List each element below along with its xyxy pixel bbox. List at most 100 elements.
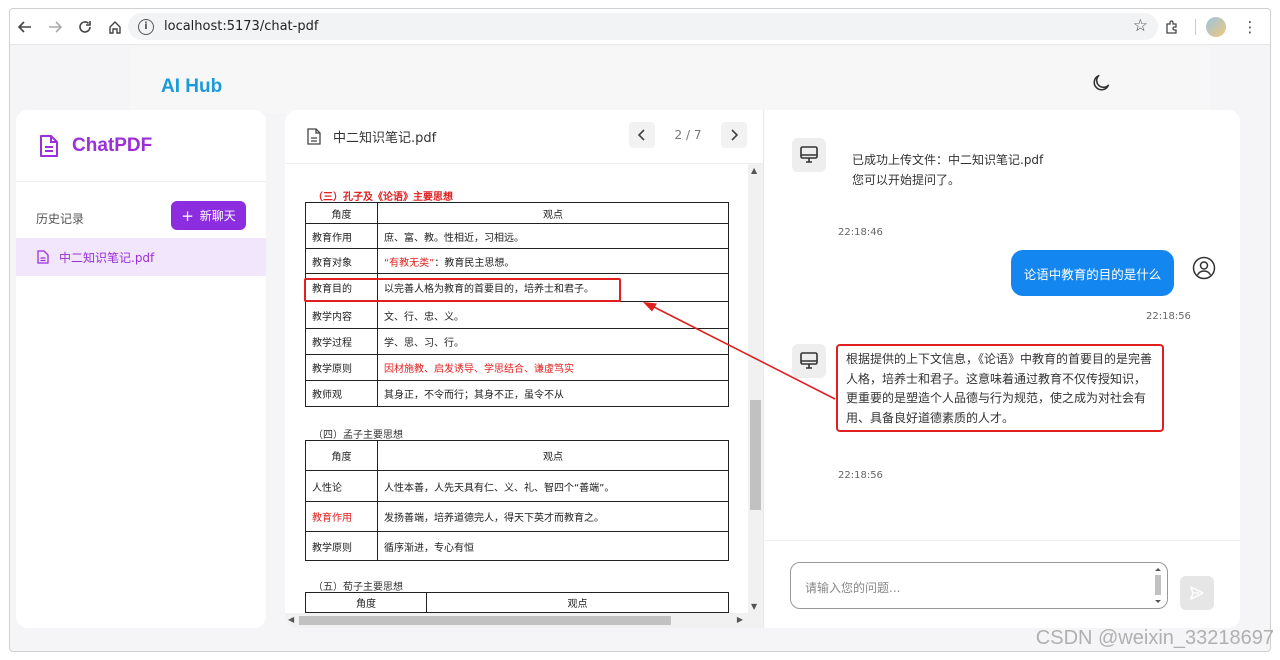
column-header: 观点 [377, 440, 729, 471]
chevron-right-icon [731, 129, 738, 141]
row-value-highlight: “有教无类” [384, 257, 435, 269]
question-input[interactable]: 请输入您的问题... [790, 562, 1168, 609]
doc-table: 角度 观点 人性论 人性本善，人先天具有仁、义、礼、智四个“善端”。 教育作用 … [305, 440, 729, 561]
input-placeholder: 请输入您的问题... [805, 581, 901, 595]
sidebar: ChatPDF 历史记录 + 新聊天 中二知识笔记.pdf [16, 110, 266, 628]
column-header: 角度 [305, 592, 427, 613]
plus-icon: + [181, 206, 194, 225]
message-time: 22:18:56 [838, 470, 883, 481]
row-key: 教育作用 [305, 501, 378, 532]
section-title: （三）孔子及《论语》主要思想 [313, 192, 453, 203]
next-page-button[interactable] [721, 122, 747, 148]
pdf-page: （三）孔子及《论语》主要思想 角度 观点 教育作用 庶、富、教。性相近，习相远。… [285, 164, 748, 613]
row-key: 教育作用 [305, 223, 378, 249]
new-chat-label: 新聊天 [199, 209, 236, 223]
chat-panel: 已成功上传文件：中二知识笔记.pdf 您可以开始提问了。 22:18:46 论语… [763, 110, 1241, 628]
browser-toolbar: i localhost:5173/chat-pdf ☆ ⋮ [10, 9, 1270, 45]
row-key: 人性论 [305, 470, 378, 502]
column-header: 角度 [305, 202, 378, 224]
pdf-file-icon [307, 128, 321, 145]
pdf-filename: 中二知识笔记.pdf [333, 131, 437, 146]
history-item-label: 中二知识笔记.pdf [59, 250, 155, 265]
extensions-icon[interactable] [1157, 13, 1185, 41]
bot-avatar [792, 138, 826, 172]
message-time: 22:18:56 [1146, 311, 1191, 322]
history-label: 历史记录 [36, 212, 85, 226]
history-item[interactable]: 中二知识笔记.pdf [16, 238, 266, 276]
scroll-down-icon[interactable]: ▼ [751, 602, 757, 611]
input-scrollbar[interactable] [1153, 566, 1163, 605]
site-info-icon[interactable]: i [138, 18, 154, 35]
row-key: 教育对象 [305, 248, 378, 274]
row-value: 其身正，不令而行；其身不正，虽令不从 [377, 380, 729, 407]
row-key: 教学过程 [305, 328, 378, 355]
highlight-box [304, 278, 621, 302]
monitor-icon [800, 352, 818, 369]
vertical-scrollbar[interactable]: ▲ ▼ [748, 164, 763, 613]
table-row: 教育作用 庶、富、教。性相近，习相远。 [305, 223, 729, 249]
bot-message: 已成功上传文件：中二知识笔记.pdf 您可以开始提问了。 [852, 150, 1043, 190]
user-avatar-icon [1192, 256, 1216, 280]
row-key: 教学内容 [305, 301, 378, 329]
column-header: 观点 [377, 202, 729, 224]
message-time: 22:18:46 [838, 227, 883, 238]
table-row: 教育作用 发扬善端，培养道德完人，得天下英才而教育之。 [305, 501, 729, 532]
send-icon [1190, 586, 1204, 600]
horizontal-scrollbar[interactable]: ◀ ▶ [285, 613, 763, 628]
send-button[interactable] [1180, 576, 1214, 610]
table-row: 教育对象 “有教无类”：教育民主思想。 [305, 248, 729, 274]
row-key: 教师观 [305, 380, 378, 407]
message-line: 已成功上传文件：中二知识笔记.pdf [852, 153, 1044, 167]
browser-actions: ⋮ [1157, 13, 1264, 41]
chevron-left-icon [638, 129, 645, 141]
toolbar-separator [1195, 19, 1196, 35]
row-key: 教学原则 [305, 354, 378, 381]
back-icon[interactable] [10, 12, 40, 42]
bookmark-star-icon[interactable]: ☆ [1133, 16, 1148, 36]
column-header: 观点 [426, 592, 729, 613]
url-text: localhost:5173/chat-pdf [164, 19, 319, 34]
sidebar-title: ChatPDF [72, 134, 153, 156]
address-bar[interactable]: i localhost:5173/chat-pdf ☆ [128, 13, 1158, 40]
row-value: 文、行、忠、义。 [377, 301, 729, 329]
scrollbar-thumb[interactable] [750, 400, 761, 510]
dark-mode-moon-icon[interactable] [1090, 72, 1112, 94]
page-navigator: 2 / 7 [629, 122, 747, 148]
scroll-up-icon[interactable]: ▲ [751, 166, 757, 175]
watermark-text: CSDN @weixin_33218697 [1035, 627, 1274, 649]
pdf-header: 中二知识笔记.pdf 2 / 7 [285, 110, 763, 164]
section-title: （四）孟子主要思想 [313, 430, 403, 441]
table-header-row: 角度 观点 [305, 592, 729, 613]
menu-kebab-icon[interactable]: ⋮ [1236, 13, 1264, 41]
file-icon [37, 250, 49, 264]
history-row: 历史记录 + 新聊天 [16, 182, 266, 238]
scrollbar-thumb[interactable] [299, 616, 671, 625]
row-value: 循序渐进，专心有恒 [377, 531, 729, 561]
brand-logo[interactable]: AI Hub [161, 76, 222, 98]
bot-answer-message: 根据提供的上下文信息，《论语》中教育的首要目的是完善人格，培养士和君子。这意味着… [836, 344, 1164, 432]
profile-avatar[interactable] [1206, 17, 1226, 37]
table-row: 教学原则 循序渐进，专心有恒 [305, 531, 729, 561]
table-header-row: 角度 观点 [305, 202, 729, 224]
scroll-left-icon[interactable]: ◀ [288, 615, 294, 624]
table-row: 教师观 其身正，不令而行；其身不正，虽令不从 [305, 380, 729, 407]
scroll-right-icon[interactable]: ▶ [737, 615, 743, 624]
document-icon [40, 134, 58, 157]
prev-page-button[interactable] [629, 122, 655, 148]
row-value: 人性本善，人先天具有仁、义、礼、智四个“善端”。 [377, 470, 729, 502]
pdf-canvas[interactable]: （三）孔子及《论语》主要思想 角度 观点 教育作用 庶、富、教。性相近，习相远。… [285, 164, 763, 628]
new-chat-button[interactable]: + 新聊天 [171, 201, 246, 230]
bot-avatar [792, 344, 826, 378]
table-row: 教学原则 因材施教、启发诱导、学思结合、谦虚笃实 [305, 354, 729, 381]
row-value: 因材施教、启发诱导、学思结合、谦虚笃实 [377, 354, 729, 381]
doc-table: 角度 观点 教育作用 庶、富、教。性相近，习相远。 教育对象 “有教无类”：教育… [305, 202, 729, 407]
pdf-viewer: 中二知识笔记.pdf 2 / 7 （三）孔子及《论语》主要思想 角度 观点 教育… [285, 110, 763, 628]
section-title: （五）荀子主要思想 [313, 582, 403, 593]
reload-icon[interactable] [70, 12, 100, 42]
forward-icon[interactable] [40, 12, 70, 42]
user-message: 论语中教育的目的是什么 [1011, 250, 1174, 296]
row-value: “有教无类”：教育民主思想。 [377, 248, 729, 274]
home-icon[interactable] [100, 12, 130, 42]
monitor-icon [800, 146, 818, 163]
table-header-row: 角度 观点 [305, 440, 729, 471]
